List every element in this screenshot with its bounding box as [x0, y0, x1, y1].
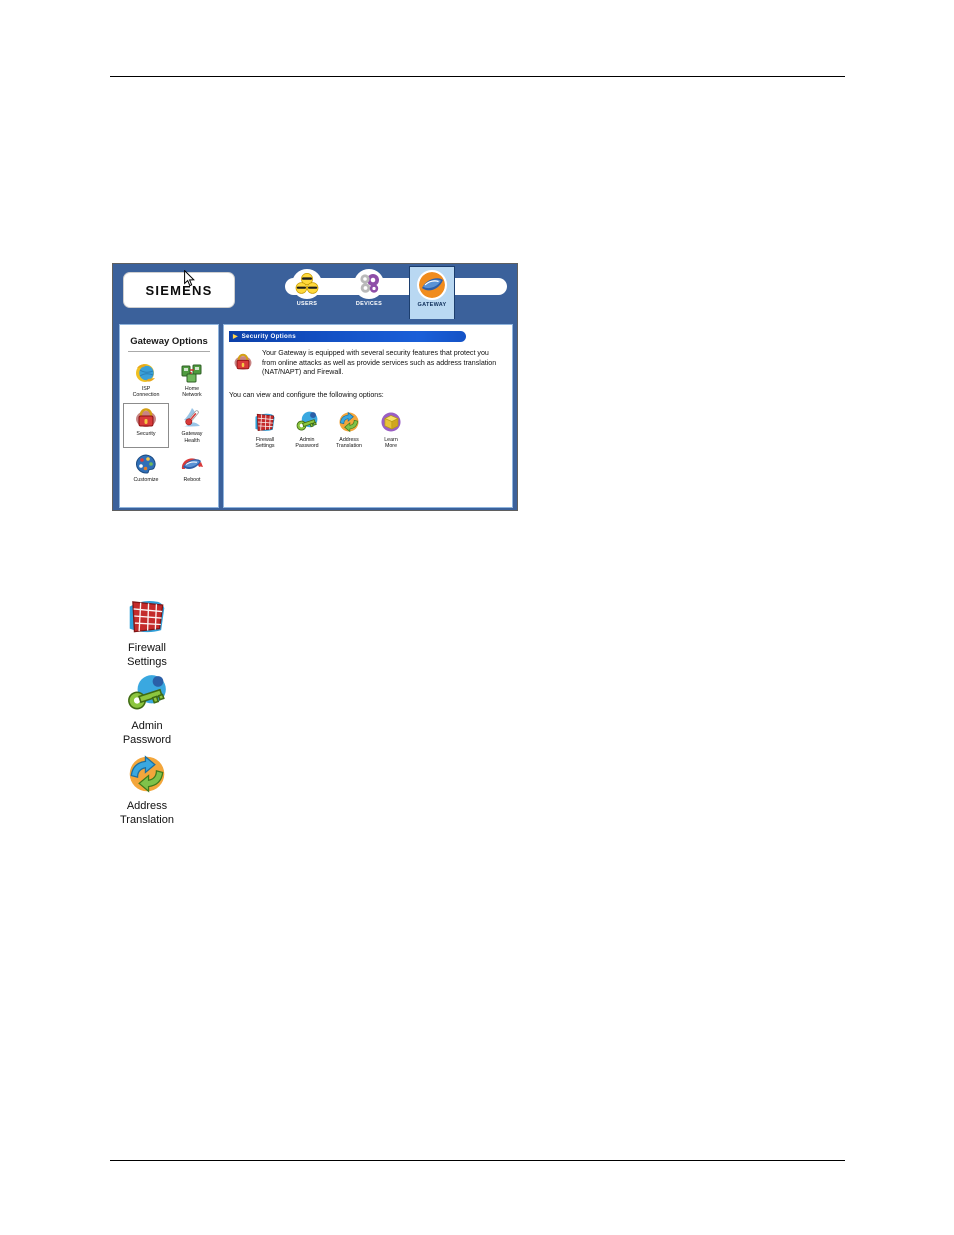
firewall-brick-icon: [252, 409, 278, 435]
firewall-brick-icon: [123, 594, 171, 638]
sidebar-item-reboot-label: Reboot: [183, 476, 201, 483]
home-network-icon: [179, 361, 205, 385]
option-address-translation-label: Address Translation: [335, 437, 362, 450]
tab-gateway-label: GATEWAY: [417, 302, 447, 308]
recycle-arrows-icon: [123, 752, 171, 796]
gears-devices-icon: [354, 269, 384, 299]
tab-users[interactable]: USERS: [285, 266, 329, 318]
callout-firewall-settings-label: Firewall Settings: [127, 642, 167, 668]
padlock-icon: [232, 351, 254, 373]
page-bottom-rule: [110, 1160, 845, 1161]
option-admin-password-label: Admin Password: [295, 437, 319, 450]
content-header-bar: ▶ Security Options: [229, 331, 466, 342]
sidebar-item-home-network[interactable]: Home Network: [169, 358, 215, 402]
sidebar-item-security[interactable]: Security: [123, 403, 169, 448]
siemens-logo-text: SIEMENS: [145, 282, 213, 298]
globe-arrows-icon: [133, 361, 159, 385]
intro-paragraph: Your Gateway is equipped with several se…: [262, 349, 497, 376]
window-header-bar: SIEMENS USERS DEVICES GATEWAY: [113, 264, 517, 320]
sidebar-item-customize[interactable]: Customize: [123, 449, 169, 487]
tab-gateway[interactable]: GATEWAY: [409, 266, 455, 319]
yellow-box-icon: [378, 409, 404, 435]
gateway-web-ui-window: SIEMENS USERS DEVICES GATEWAY Gateway Op…: [112, 263, 518, 511]
reboot-gateway-icon: [179, 452, 205, 476]
siemens-logo[interactable]: SIEMENS: [123, 272, 235, 308]
sidebar-item-customize-label: Customize: [133, 476, 159, 483]
option-learn-more[interactable]: Learn More: [372, 409, 410, 450]
option-admin-password[interactable]: Admin Password: [288, 409, 326, 450]
sidebar-item-isp-connection[interactable]: ISP Connection: [123, 358, 169, 402]
callout-address-translation: Address Translation: [82, 752, 212, 827]
content-header-marker-icon: ▶: [233, 333, 238, 340]
option-icon-row: Firewall Settings Admin Password Address…: [246, 409, 410, 450]
sidebar-panel: Gateway Options ISP Connection Home Netw…: [119, 324, 219, 508]
palette-icon: [133, 452, 159, 476]
sidebar-item-isp-connection-label: ISP Connection: [132, 386, 160, 399]
callout-admin-password: Admin Password: [82, 672, 212, 747]
thermometer-icon: [179, 406, 205, 430]
sidebar-item-home-network-label: Home Network: [182, 386, 202, 399]
callout-admin-password-label: Admin Password: [122, 720, 172, 746]
option-firewall-settings-label: Firewall Settings: [255, 437, 275, 450]
tab-users-label: USERS: [296, 301, 318, 307]
content-panel: ▶ Security Options Your Gateway is equip…: [223, 324, 513, 508]
main-tab-bar: USERS DEVICES GATEWAY: [285, 266, 515, 320]
sub-paragraph: You can view and configure the following…: [229, 391, 384, 399]
page-top-rule: [110, 76, 845, 77]
content-header-title: Security Options: [241, 333, 296, 340]
sidebar-item-security-label: Security: [136, 431, 156, 438]
sidebar-item-grid: ISP Connection Home Network Security Gat…: [120, 358, 218, 487]
users-faces-icon: [292, 269, 322, 299]
option-firewall-settings[interactable]: Firewall Settings: [246, 409, 284, 450]
sidebar-item-gateway-health-label: Gateway Health: [181, 431, 203, 444]
tab-devices-label: DEVICES: [355, 301, 383, 307]
sidebar-item-gateway-health[interactable]: Gateway Health: [169, 403, 215, 447]
padlock-icon: [133, 406, 159, 430]
window-body: Gateway Options ISP Connection Home Netw…: [113, 320, 517, 510]
option-learn-more-label: Learn More: [384, 437, 398, 450]
option-address-translation[interactable]: Address Translation: [330, 409, 368, 450]
callout-firewall-settings: Firewall Settings: [82, 594, 212, 669]
sidebar-title: Gateway Options: [130, 336, 208, 347]
key-icon: [123, 672, 171, 716]
key-icon: [294, 409, 320, 435]
tab-devices[interactable]: DEVICES: [347, 266, 391, 318]
recycle-arrows-icon: [336, 409, 362, 435]
intro-block: Your Gateway is equipped with several se…: [232, 349, 504, 378]
sidebar-divider: [128, 351, 210, 352]
gateway-router-icon: [417, 270, 447, 300]
sidebar-item-reboot[interactable]: Reboot: [169, 449, 215, 487]
callout-address-translation-label: Address Translation: [119, 800, 174, 826]
